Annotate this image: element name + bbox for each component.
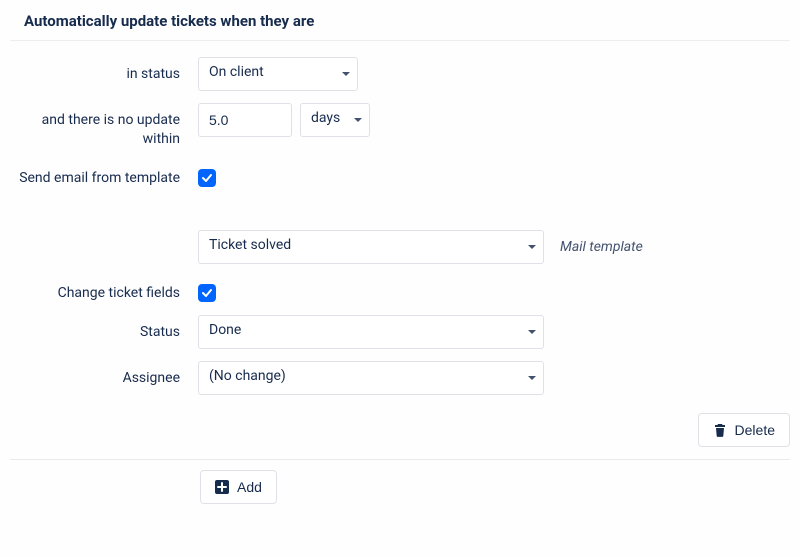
section-header: Automatically update tickets when they a… bbox=[10, 0, 790, 41]
change-fields-checkbox[interactable] bbox=[198, 284, 216, 302]
row-in-status: in status On client bbox=[10, 51, 790, 97]
row-mail-template: Ticket solved Mail template bbox=[10, 224, 790, 270]
status-trigger-select[interactable]: On client bbox=[198, 57, 358, 91]
row-assignee-set: Assignee (No change) bbox=[10, 355, 790, 401]
delete-button[interactable]: Delete bbox=[698, 413, 790, 447]
assignee-set-select[interactable]: (No change) bbox=[198, 361, 544, 395]
trash-icon bbox=[713, 423, 727, 437]
add-bar: Add bbox=[10, 460, 790, 504]
section-title: Automatically update tickets when they a… bbox=[24, 12, 790, 30]
add-button[interactable]: Add bbox=[200, 470, 277, 504]
mail-template-hint: Mail template bbox=[552, 239, 643, 255]
duration-unit-select[interactable]: days bbox=[300, 103, 370, 137]
row-change-fields: Change ticket fields bbox=[10, 270, 790, 309]
mail-template-select[interactable]: Ticket solved bbox=[198, 230, 544, 264]
delete-button-label: Delete bbox=[735, 422, 775, 438]
duration-value-input[interactable] bbox=[198, 103, 292, 137]
label-assignee-set: Assignee bbox=[10, 361, 180, 388]
add-button-label: Add bbox=[237, 479, 262, 495]
label-in-status: in status bbox=[10, 57, 180, 84]
label-change-fields: Change ticket fields bbox=[10, 276, 180, 303]
send-email-checkbox[interactable] bbox=[198, 169, 216, 187]
form-body: in status On client and there is no upda… bbox=[10, 41, 790, 508]
plus-icon bbox=[215, 480, 229, 494]
row-send-email: Send email from template bbox=[10, 155, 790, 194]
label-send-email: Send email from template bbox=[10, 161, 180, 188]
label-no-update: and there is no update within bbox=[10, 103, 180, 149]
row-status-set: Status Done bbox=[10, 309, 790, 355]
status-set-select[interactable]: Done bbox=[198, 315, 544, 349]
label-mail-template-spacer bbox=[10, 230, 180, 238]
label-status-set: Status bbox=[10, 315, 180, 342]
action-bar: Delete bbox=[10, 401, 790, 460]
row-no-update: and there is no update within days bbox=[10, 97, 790, 155]
